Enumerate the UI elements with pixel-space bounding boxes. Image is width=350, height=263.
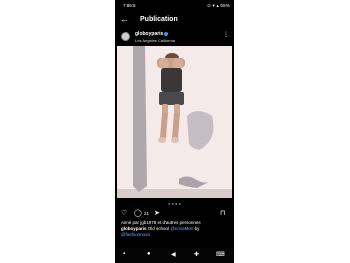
verified-icon [164, 31, 169, 36]
post-photo [117, 46, 232, 198]
mention-link[interactable]: @novaMen [170, 226, 193, 231]
caption-line-2: @fashionnova [121, 232, 231, 238]
post-actions: ♡ ◯ 21 ➤ ⊓ [115, 207, 234, 220]
navigation-bar: ▪ ● ◀ ✚ ⌨ [115, 248, 234, 263]
more-options-icon[interactable]: ⋮ [223, 31, 229, 38]
username[interactable]: globoyparis [135, 31, 169, 37]
page-title: Publication [140, 16, 178, 23]
username-text[interactable]: globoyparis [135, 31, 163, 37]
carousel-indicator: ● ● ● ● [167, 201, 181, 206]
comment-count: 21 [144, 211, 150, 216]
recent-apps-icon[interactable]: ▪ [123, 251, 125, 257]
arrow-left-icon[interactable]: ← [120, 14, 129, 24]
caption-username[interactable]: globoyparis [121, 226, 147, 231]
status-icons: ⊙ ▾ ▴ 65% [207, 3, 230, 8]
post-caption: Aimé par jgb1978 et d'autres personnes g… [121, 220, 231, 238]
bookmark-icon[interactable]: ⊓ [220, 209, 225, 217]
share-icon[interactable]: ➤ [154, 209, 160, 217]
mention-link-2[interactable]: @fashionnova [121, 232, 150, 237]
post-media[interactable] [117, 46, 232, 198]
keyboard-icon[interactable]: ⌨ [216, 251, 225, 258]
home-circle-icon[interactable]: ● [147, 251, 151, 257]
status-bar: 7:86:5 ⊙ ▾ ▴ 65% [115, 0, 234, 12]
top-bar: ← Publication [115, 12, 234, 28]
accessibility-icon[interactable]: ✚ [194, 251, 199, 258]
caption-by: by [194, 226, 200, 231]
post-location[interactable]: Los Angeles California [135, 38, 175, 43]
carousel-dot-active: ● [171, 201, 174, 206]
caption-text: Old school [147, 226, 170, 231]
post-header: globoyparis Los Angeles California ⋮ [115, 30, 234, 45]
status-time: 7:86:5 [123, 3, 136, 8]
heart-icon[interactable]: ♡ [121, 209, 127, 217]
phone-screen: 7:86:5 ⊙ ▾ ▴ 65% ← Publication globoypar… [115, 0, 234, 263]
comment-icon[interactable]: ◯ [134, 209, 142, 217]
back-triangle-icon[interactable]: ◀ [171, 251, 176, 258]
avatar[interactable] [121, 32, 130, 41]
